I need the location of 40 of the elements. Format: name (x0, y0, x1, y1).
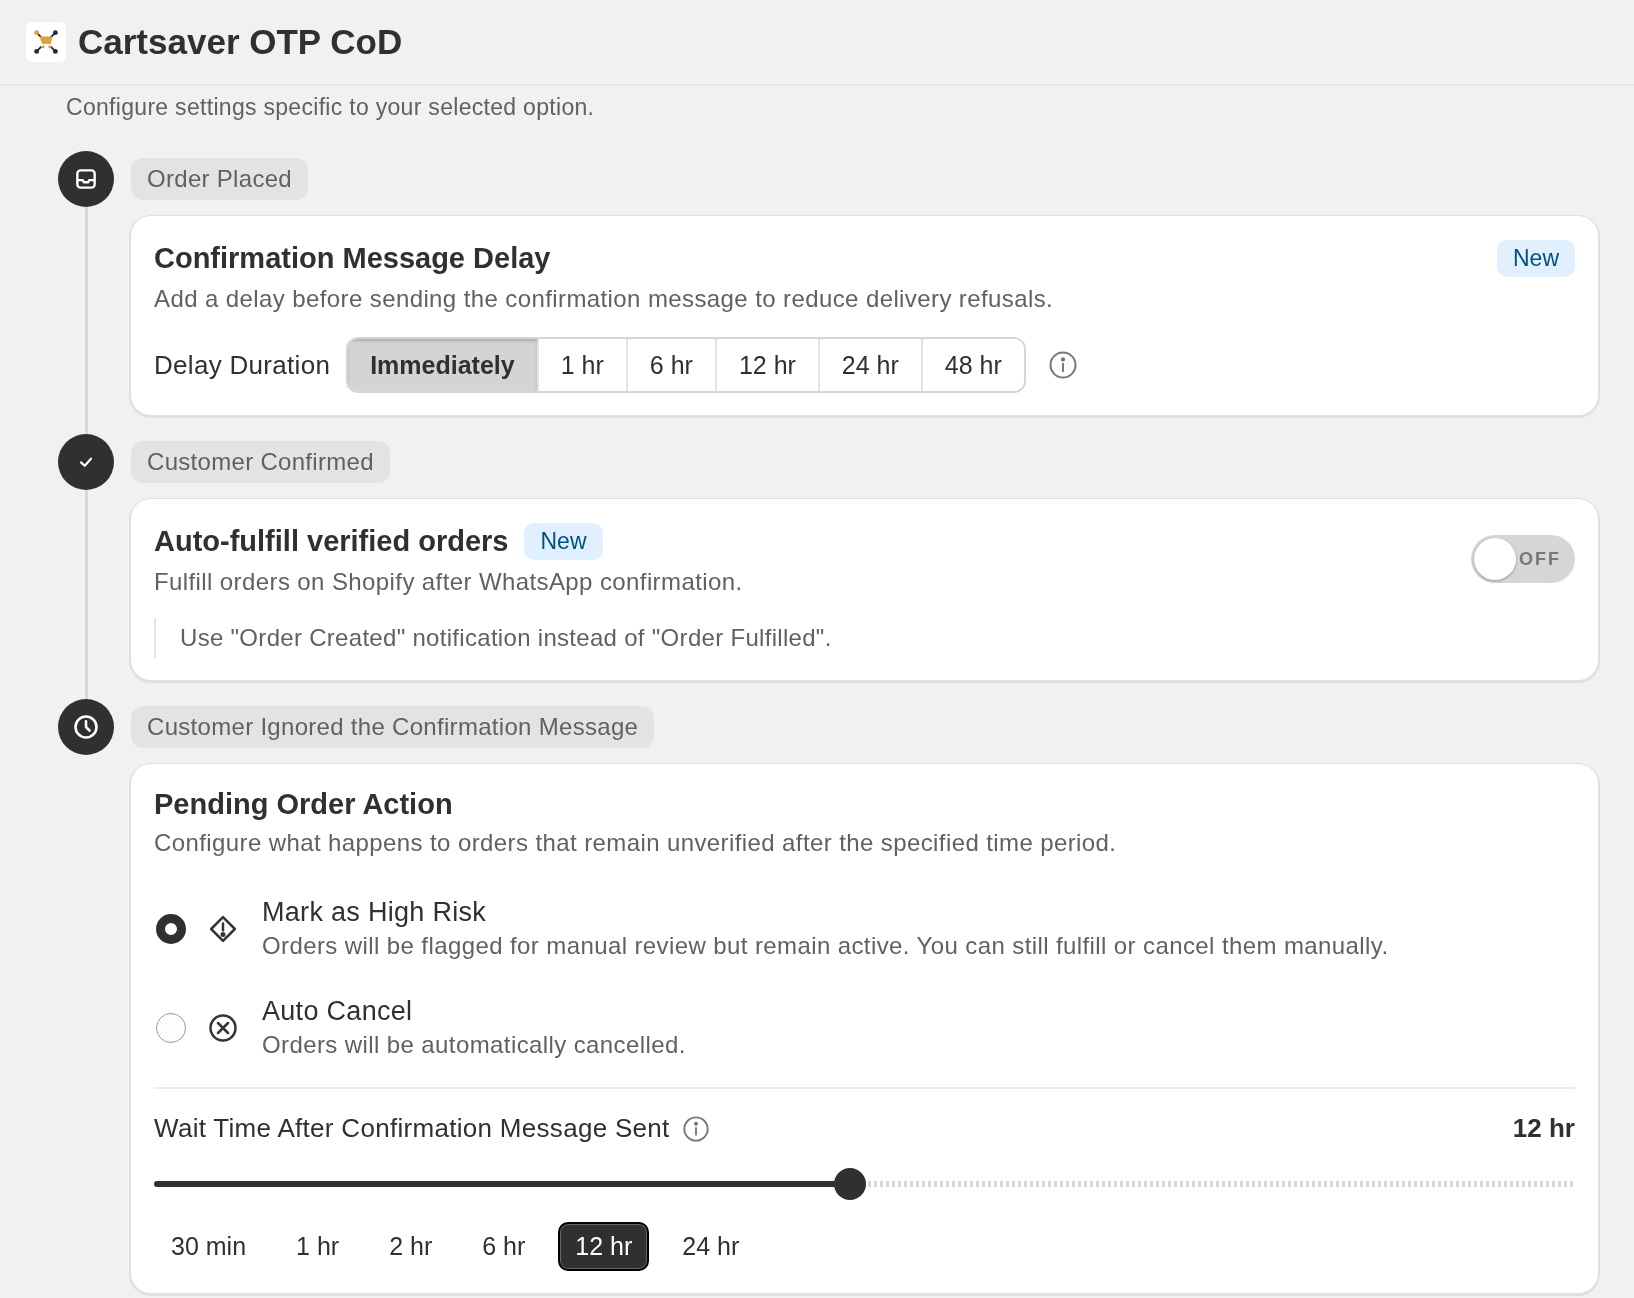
wait-time-preset[interactable]: 1 hr (279, 1222, 357, 1271)
wait-time-preset[interactable]: 30 min (154, 1222, 264, 1271)
inbox-icon (58, 151, 114, 207)
cart-logo-icon (26, 22, 66, 62)
card-description: Fulfill orders on Shopify after WhatsApp confirmation. (154, 568, 743, 596)
option-description: Orders will be flagged for manual review but remain active. You can still fulfill or cancel them manually. (262, 932, 1389, 960)
cancel-circle-icon (208, 1012, 238, 1043)
wait-time-slider[interactable] (154, 1168, 1575, 1200)
card-description: Configure what happens to orders that remain unverified after the specified time period. (154, 829, 1118, 857)
card-description: Add a delay before sending the confirmation message to reduce delivery refusals. (154, 285, 1055, 313)
checkmark-icon (58, 434, 114, 490)
option-title: Auto Cancel (262, 996, 414, 1027)
new-badge: New (524, 523, 603, 560)
card-title: Auto-fulfill verified orders (154, 525, 509, 558)
wait-time-preset[interactable]: 2 hr (372, 1222, 450, 1271)
warning-diamond-icon (208, 913, 238, 944)
step-label: Customer Ignored the Confirmation Message (131, 706, 655, 748)
option-title: Mark as High Risk (262, 897, 488, 928)
step-label: Order Placed (131, 158, 308, 200)
app-title: Cartsaver OTP CoD (78, 22, 403, 62)
wait-time-value: 12 hr (1512, 1113, 1575, 1144)
radio-button[interactable] (156, 1012, 186, 1043)
intro-text: Configure settings specific to your selected option. (66, 94, 596, 121)
info-icon[interactable] (681, 1114, 710, 1143)
wait-time-label: Wait Time After Confirmation Message Sent (154, 1113, 670, 1144)
wait-time-preset[interactable]: 6 hr (465, 1222, 543, 1271)
delay-option[interactable]: Immediately (348, 339, 537, 391)
step-label: Customer Confirmed (131, 441, 390, 483)
card-title: Pending Order Action (154, 788, 454, 821)
info-icon[interactable] (1047, 350, 1078, 380)
delay-option[interactable]: 48 hr (920, 339, 1024, 391)
delay-duration-label: Delay Duration (154, 349, 331, 381)
wait-time-preset[interactable]: 24 hr (665, 1222, 757, 1271)
note-text: Use "Order Created" notification instead of "Order Fulfilled". (154, 618, 1575, 658)
option-description: Orders will be automatically cancelled. (262, 1031, 686, 1059)
wait-time-preset[interactable]: 12 hr (558, 1222, 650, 1271)
new-badge: New (1497, 240, 1575, 277)
card-title: Confirmation Message Delay (154, 242, 551, 275)
radio-button[interactable] (156, 913, 186, 944)
clock-icon (58, 699, 114, 755)
